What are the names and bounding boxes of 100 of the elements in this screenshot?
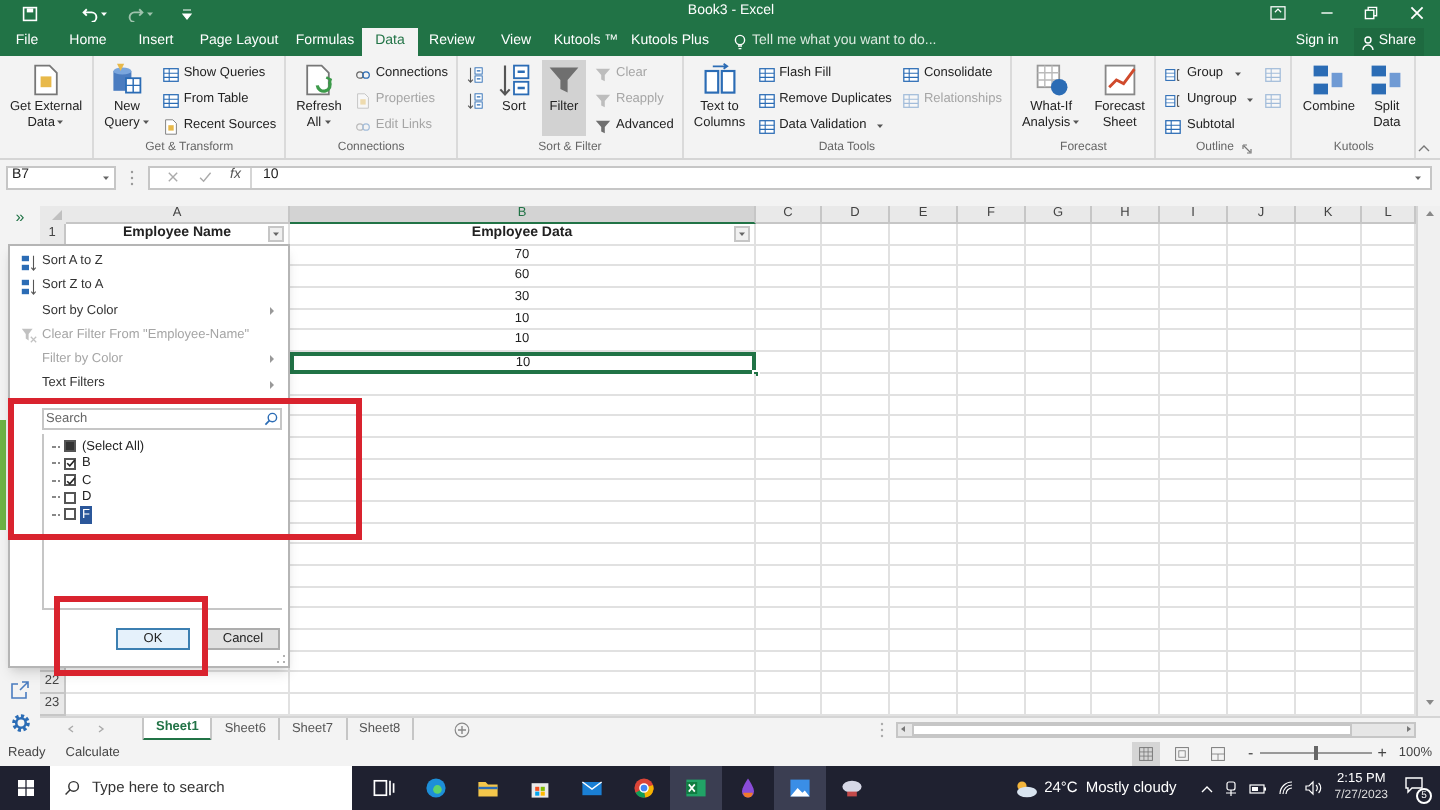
table-cell[interactable] bbox=[1026, 672, 1092, 695]
table-cell[interactable] bbox=[1092, 459, 1160, 481]
minimize-icon[interactable] bbox=[1320, 6, 1334, 20]
table-cell[interactable] bbox=[756, 608, 822, 631]
table-cell[interactable] bbox=[756, 523, 822, 545]
table-cell[interactable] bbox=[822, 672, 890, 695]
table-cell[interactable] bbox=[1228, 245, 1296, 267]
table-cell[interactable] bbox=[1296, 651, 1362, 673]
table-cell[interactable] bbox=[1296, 459, 1362, 481]
table-cell[interactable] bbox=[1228, 288, 1296, 310]
table-cell[interactable] bbox=[1160, 459, 1228, 481]
table-cell[interactable] bbox=[822, 459, 890, 481]
table-cell[interactable] bbox=[958, 566, 1026, 588]
table-cell[interactable] bbox=[1296, 523, 1362, 545]
table-cell[interactable] bbox=[1092, 395, 1160, 417]
table-cell[interactable] bbox=[756, 288, 822, 310]
table-cell[interactable] bbox=[822, 544, 890, 566]
table-cell[interactable] bbox=[1026, 544, 1092, 566]
table-cell[interactable] bbox=[958, 416, 1026, 438]
table-cell[interactable] bbox=[958, 309, 1026, 331]
table-cell[interactable] bbox=[1026, 480, 1092, 502]
table-cell[interactable] bbox=[958, 608, 1026, 631]
table-cell[interactable] bbox=[1296, 608, 1362, 631]
table-cell[interactable] bbox=[756, 266, 822, 289]
table-cell[interactable] bbox=[1296, 330, 1362, 353]
table-cell[interactable] bbox=[290, 416, 756, 438]
fill-handle[interactable] bbox=[752, 369, 760, 378]
table-cell[interactable] bbox=[1092, 523, 1160, 545]
table-cell[interactable] bbox=[1092, 266, 1160, 289]
table-cell[interactable] bbox=[1296, 224, 1362, 246]
settings-icon[interactable] bbox=[9, 712, 31, 734]
table-cell[interactable] bbox=[1026, 373, 1092, 395]
table-cell[interactable] bbox=[1026, 459, 1092, 481]
table-cell[interactable] bbox=[958, 352, 1026, 374]
table-cell[interactable] bbox=[890, 416, 958, 438]
table-cell[interactable] bbox=[1228, 566, 1296, 588]
table-cell[interactable] bbox=[1092, 672, 1160, 695]
horizontal-scrollbar[interactable] bbox=[896, 721, 1416, 737]
table-cell[interactable] bbox=[290, 630, 756, 652]
table-cell[interactable] bbox=[890, 587, 958, 609]
table-cell[interactable] bbox=[890, 245, 958, 267]
table-cell[interactable] bbox=[1296, 437, 1362, 460]
table-cell[interactable] bbox=[1228, 459, 1296, 481]
table-cell[interactable] bbox=[1160, 330, 1228, 353]
table-cell[interactable] bbox=[756, 459, 822, 481]
open-window-icon[interactable] bbox=[10, 680, 30, 700]
table-cell[interactable] bbox=[890, 544, 958, 566]
table-cell[interactable] bbox=[756, 630, 822, 652]
table-cell[interactable] bbox=[1296, 501, 1362, 524]
table-cell[interactable] bbox=[1228, 416, 1296, 438]
table-cell[interactable] bbox=[756, 416, 822, 438]
table-cell[interactable] bbox=[1092, 587, 1160, 609]
table-cell[interactable] bbox=[290, 523, 756, 545]
table-cell[interactable] bbox=[1228, 395, 1296, 417]
save-icon[interactable] bbox=[22, 5, 38, 21]
table-cell[interactable] bbox=[822, 288, 890, 310]
table-cell[interactable] bbox=[1160, 608, 1228, 631]
table-cell[interactable] bbox=[1228, 437, 1296, 460]
table-cell[interactable] bbox=[822, 395, 890, 417]
table-cell[interactable] bbox=[890, 437, 958, 460]
table-cell[interactable] bbox=[1160, 245, 1228, 267]
table-cell[interactable] bbox=[1228, 523, 1296, 545]
table-cell[interactable] bbox=[822, 651, 890, 673]
table-cell[interactable] bbox=[1160, 672, 1228, 695]
filter-dropdown-button[interactable] bbox=[268, 226, 284, 242]
table-cell[interactable] bbox=[1160, 437, 1228, 460]
table-cell[interactable] bbox=[1160, 523, 1228, 545]
table-cell[interactable] bbox=[1026, 416, 1092, 438]
windows-logo-icon[interactable] bbox=[18, 780, 34, 796]
table-cell[interactable] bbox=[1160, 480, 1228, 502]
scroll-down-icon[interactable] bbox=[1423, 698, 1435, 708]
select-all-corner[interactable] bbox=[40, 206, 66, 224]
previous-sheet-icon[interactable] bbox=[66, 724, 76, 734]
table-cell[interactable] bbox=[1296, 480, 1362, 502]
table-cell[interactable] bbox=[890, 608, 958, 631]
table-cell[interactable] bbox=[290, 395, 756, 417]
table-cell[interactable] bbox=[1092, 224, 1160, 246]
table-cell[interactable] bbox=[1228, 224, 1296, 246]
zoom-slider-thumb[interactable] bbox=[1313, 746, 1318, 760]
table-cell[interactable] bbox=[1296, 566, 1362, 588]
table-cell[interactable] bbox=[1092, 608, 1160, 631]
table-cell[interactable] bbox=[822, 352, 890, 374]
ribbon-display-icon[interactable] bbox=[1270, 6, 1286, 20]
table-cell[interactable] bbox=[890, 630, 958, 652]
table-cell[interactable] bbox=[1026, 352, 1092, 374]
table-cell[interactable] bbox=[1026, 587, 1092, 609]
table-cell[interactable] bbox=[1228, 330, 1296, 353]
table-cell[interactable] bbox=[1092, 651, 1160, 673]
table-cell[interactable] bbox=[1296, 352, 1362, 374]
table-cell[interactable] bbox=[290, 437, 756, 460]
table-cell[interactable] bbox=[958, 266, 1026, 289]
table-cell[interactable] bbox=[1296, 672, 1362, 695]
table-cell[interactable] bbox=[1160, 352, 1228, 374]
table-cell[interactable] bbox=[1026, 224, 1092, 246]
table-cell[interactable] bbox=[822, 523, 890, 545]
table-cell[interactable] bbox=[756, 309, 822, 331]
zoom-out-button[interactable]: - bbox=[1248, 745, 1254, 761]
table-cell[interactable] bbox=[1160, 309, 1228, 331]
filter-dropdown-button[interactable] bbox=[734, 226, 750, 242]
table-cell[interactable] bbox=[1092, 480, 1160, 502]
